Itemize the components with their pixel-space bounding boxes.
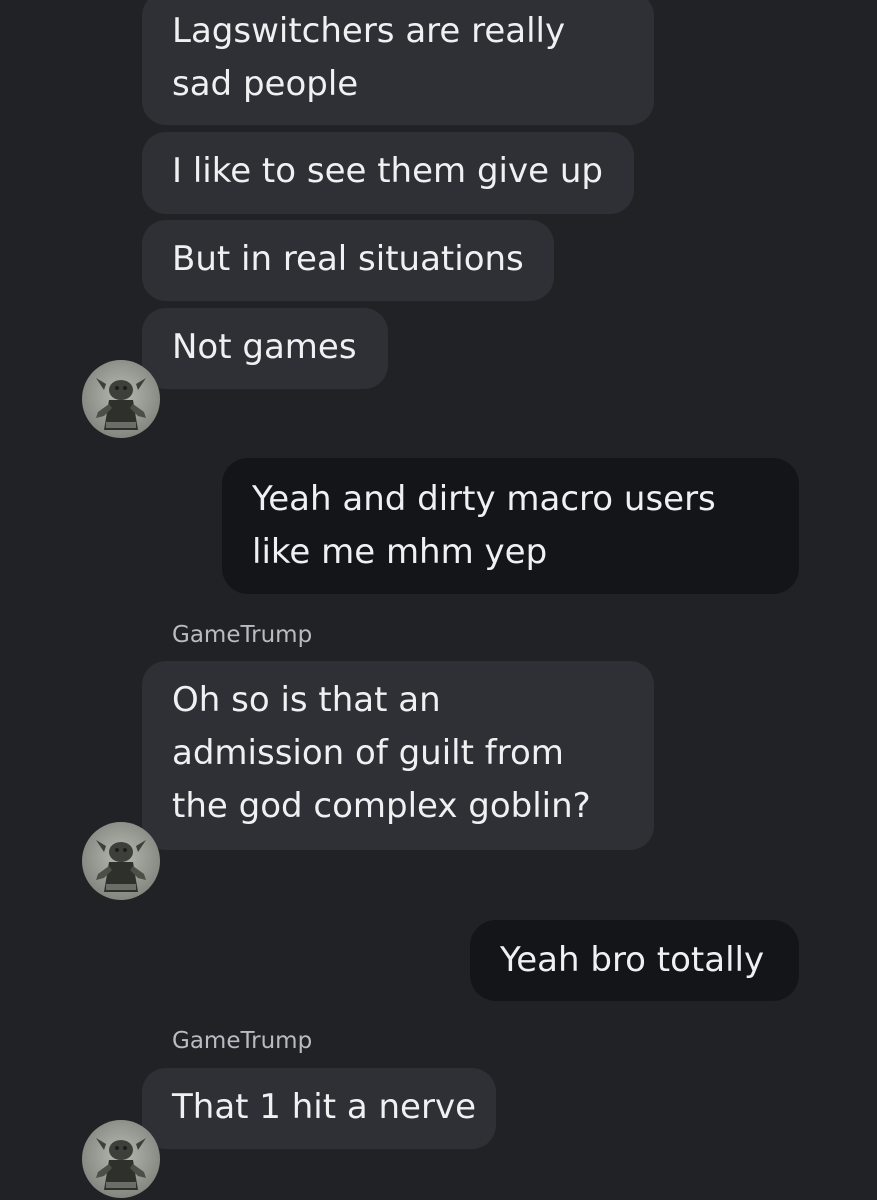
message-text-line: But in real situations [172,239,524,279]
message-text-line: Not games [172,327,357,367]
message-text-line: like me mhm yep [252,532,548,572]
message-text-line: the god complex goblin? [172,786,591,826]
message-text-line: I like to see them give up [172,151,603,191]
incoming-message-bubble[interactable]: But in real situations [142,220,554,301]
incoming-message-bubble[interactable]: Oh so is that an admission of guilt from… [142,661,654,850]
chat-thread: Lagswitchers are really sad people I lik… [0,0,877,1200]
message-text-line: Oh so is that an [172,680,441,720]
message-text-line: Yeah bro totally [500,940,765,980]
message-text-line: admission of guilt from [172,733,564,773]
incoming-message-bubble[interactable]: I like to see them give up [142,132,634,214]
outgoing-message-bubble[interactable]: Yeah and dirty macro users like me mhm y… [222,458,799,594]
message-text-line: Lagswitchers are really [172,11,566,51]
incoming-message-bubble[interactable]: Not games [142,308,388,389]
incoming-message-bubble[interactable]: That 1 hit a nerve [142,1068,496,1149]
goblin-statue-avatar-icon[interactable] [82,822,160,900]
goblin-statue-avatar-icon[interactable] [82,1120,160,1198]
goblin-statue-avatar-icon[interactable] [82,360,160,438]
message-text-line: That 1 hit a nerve [172,1087,476,1127]
message-text-line: sad people [172,64,359,104]
incoming-message-bubble[interactable]: Lagswitchers are really sad people [142,0,654,125]
sender-name: GameTrump [172,622,313,648]
sender-name: GameTrump [172,1028,313,1054]
message-text-line: Yeah and dirty macro users [252,479,716,519]
outgoing-message-bubble[interactable]: Yeah bro totally [470,920,799,1001]
